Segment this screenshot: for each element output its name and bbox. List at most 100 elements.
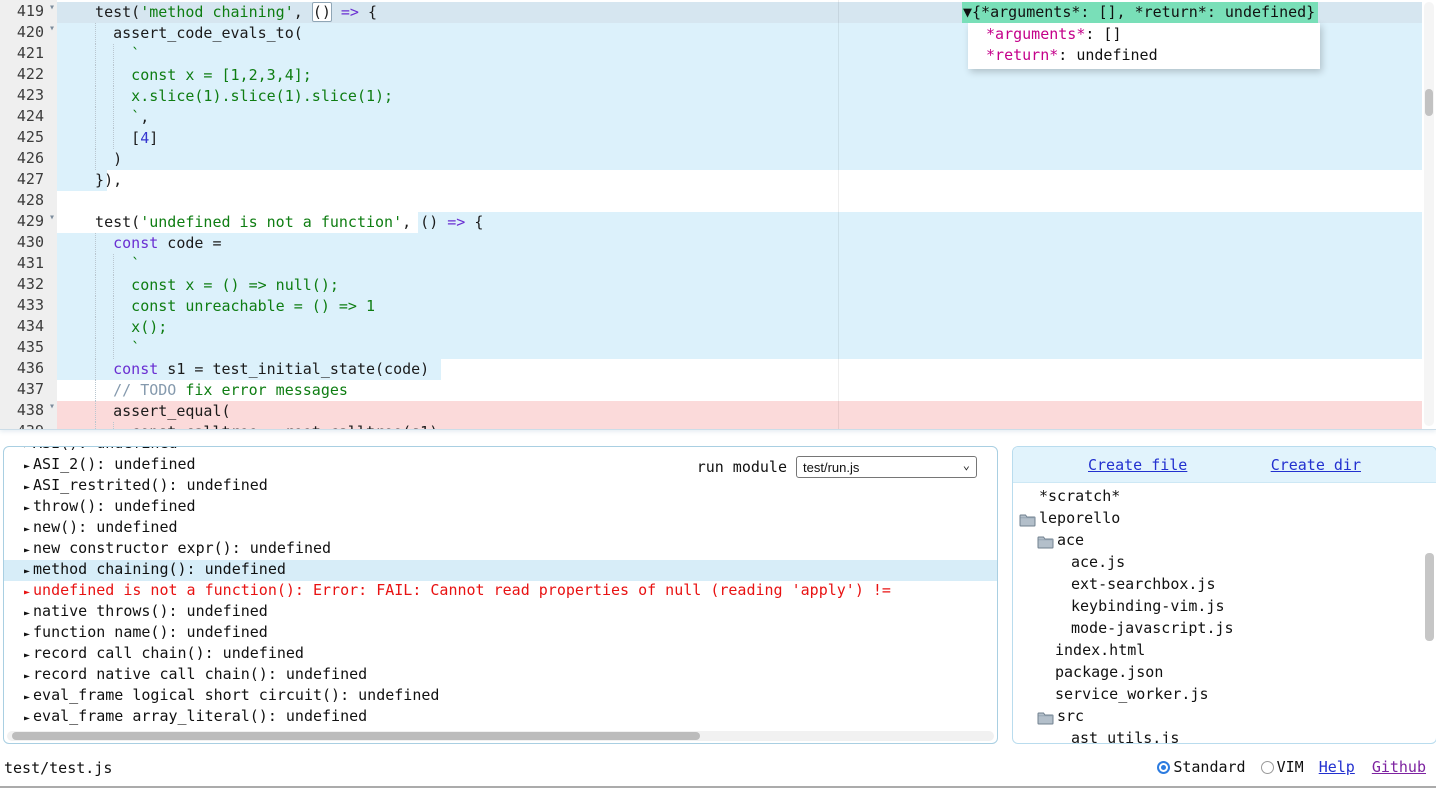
radio-unselected-icon[interactable]: [1261, 761, 1274, 774]
code-line-437[interactable]: // TODO fix error messages: [57, 380, 1422, 401]
code-line-427[interactable]: }),: [57, 170, 1422, 191]
keybinding-option-standard[interactable]: Standard: [1157, 758, 1245, 776]
keybinding-option-vim[interactable]: VIM: [1261, 758, 1304, 776]
expand-arrow-icon[interactable]: ►: [24, 461, 30, 472]
code-line-434[interactable]: x();: [57, 317, 1422, 338]
expand-arrow-icon[interactable]: ►: [24, 566, 30, 577]
expand-arrow-icon[interactable]: ►: [24, 713, 30, 724]
code-row-431[interactable]: `: [57, 254, 1422, 275]
link-github[interactable]: Github: [1372, 758, 1426, 776]
result-item[interactable]: ►record native call chain(): undefined: [4, 665, 997, 686]
code-line-436[interactable]: const s1 = test_initial_state(code): [57, 359, 1422, 380]
tree-item-package-json[interactable]: package.json: [1013, 663, 1424, 685]
inspector-header[interactable]: ▼{*arguments*: [], *return*: undefined}: [962, 2, 1318, 23]
expand-arrow-icon[interactable]: ►: [24, 446, 30, 451]
line-number: 420: [17, 23, 44, 41]
token-plain: s1 = test_initial_state(code): [158, 360, 429, 378]
inspector-row[interactable]: *return*: undefined: [968, 45, 1320, 66]
code-row-430[interactable]: const code =: [57, 233, 1422, 254]
collapse-arrow-icon[interactable]: ▼: [963, 3, 972, 21]
radio-selected-icon[interactable]: [1157, 761, 1170, 774]
code-line-425[interactable]: [4]: [57, 128, 1422, 149]
tree-item-scratch[interactable]: *scratch*: [1013, 487, 1424, 509]
code-line-432[interactable]: const x = () => null();: [57, 275, 1422, 296]
code-line-430[interactable]: const code =: [57, 233, 1422, 254]
code-row-434[interactable]: x();: [57, 317, 1422, 338]
fold-arrow-icon[interactable]: ▾: [49, 401, 55, 412]
token-str: `: [77, 45, 140, 63]
expand-arrow-icon[interactable]: ►: [24, 671, 30, 682]
code-editor[interactable]: 419▾420▾421422423424425426427428429▾4304…: [0, 0, 1436, 430]
code-row-435[interactable]: `: [57, 338, 1422, 359]
code-line-424[interactable]: `,: [57, 107, 1422, 128]
result-item[interactable]: ►eval_frame logical short circuit(): und…: [4, 686, 997, 707]
files-scrollbar-thumb[interactable]: [1425, 553, 1434, 641]
code-line-429[interactable]: test('undefined is not a function', () =…: [57, 212, 1422, 233]
result-item[interactable]: ►new constructor expr(): undefined: [4, 539, 997, 560]
code-line-426[interactable]: ): [57, 149, 1422, 170]
line-number: 432: [17, 275, 44, 293]
create-dir-link[interactable]: Create dir: [1271, 456, 1361, 474]
expand-arrow-icon[interactable]: ►: [24, 524, 30, 535]
result-item[interactable]: ►ASI(): undefined: [4, 446, 997, 455]
tree-item-service-worker-js[interactable]: service_worker.js: [1013, 685, 1424, 707]
tree-item-leporello[interactable]: leporello: [1013, 509, 1424, 531]
code-row-423[interactable]: x.slice(1).slice(1).slice(1);: [57, 86, 1422, 107]
code-row-428[interactable]: [57, 191, 1422, 212]
fold-arrow-icon[interactable]: ▾: [49, 2, 55, 13]
editor-scrollbar[interactable]: [1424, 2, 1434, 426]
code-line-439[interactable]: const calltree = root_calltree(s1): [57, 422, 1422, 430]
code-row-438[interactable]: assert_equal(: [57, 401, 1422, 422]
tree-item-ace[interactable]: ace: [1013, 531, 1424, 553]
code-line-431[interactable]: `: [57, 254, 1422, 275]
tree-item-keybinding-vim-js[interactable]: keybinding-vim.js: [1013, 597, 1424, 619]
tree-item-src[interactable]: src: [1013, 707, 1424, 729]
code-line-423[interactable]: x.slice(1).slice(1).slice(1);: [57, 86, 1422, 107]
tree-item-ext-searchbox-js[interactable]: ext-searchbox.js: [1013, 575, 1424, 597]
fold-arrow-icon[interactable]: ▾: [49, 212, 55, 223]
link-help[interactable]: Help: [1319, 758, 1355, 776]
expand-arrow-icon[interactable]: ►: [24, 503, 30, 514]
expand-arrow-icon[interactable]: ►: [24, 692, 30, 703]
expand-arrow-icon[interactable]: ►: [24, 629, 30, 640]
code-row-425[interactable]: [4]: [57, 128, 1422, 149]
expand-arrow-icon[interactable]: ►: [24, 545, 30, 556]
result-item[interactable]: ►native throws(): undefined: [4, 602, 997, 623]
result-item[interactable]: ►eval_frame array_literal(): undefined: [4, 707, 997, 728]
expand-arrow-icon[interactable]: ►: [24, 482, 30, 493]
editor-scrollbar-thumb[interactable]: [1425, 89, 1433, 116]
code-line-438[interactable]: assert_equal(: [57, 401, 1422, 422]
line-number: 437: [17, 380, 44, 398]
result-item[interactable]: ►method chaining(): undefined: [4, 560, 997, 581]
code-row-437[interactable]: // TODO fix error messages: [57, 380, 1422, 401]
expand-arrow-icon[interactable]: ►: [24, 650, 30, 661]
create-file-link[interactable]: Create file: [1088, 456, 1187, 474]
code-row-439[interactable]: const calltree = root_calltree(s1): [57, 422, 1422, 430]
code-row-427[interactable]: }),: [57, 170, 1422, 191]
code-row-436[interactable]: const s1 = test_initial_state(code): [57, 359, 1422, 380]
code-row-429[interactable]: test('undefined is not a function', () =…: [57, 212, 1422, 233]
results-hscrollbar[interactable]: [7, 731, 994, 741]
results-hscrollbar-thumb[interactable]: [12, 732, 700, 740]
tree-item-index-html[interactable]: index.html: [1013, 641, 1424, 663]
result-item[interactable]: ►ASI_restrited(): undefined: [4, 476, 997, 497]
result-item[interactable]: ►new(): undefined: [4, 518, 997, 539]
run-module-select[interactable]: test/run.js: [796, 456, 977, 478]
result-item[interactable]: ►record call chain(): undefined: [4, 644, 997, 665]
tree-item-ace-js[interactable]: ace.js: [1013, 553, 1424, 575]
result-item[interactable]: ►function name(): undefined: [4, 623, 997, 644]
code-row-432[interactable]: const x = () => null();: [57, 275, 1422, 296]
expand-arrow-icon[interactable]: ►: [24, 608, 30, 619]
result-item[interactable]: ►throw(): undefined: [4, 497, 997, 518]
tree-item-ast-utils-js[interactable]: ast_utils.js: [1013, 729, 1424, 743]
code-line-433[interactable]: const unreachable = () => 1: [57, 296, 1422, 317]
inspector-row[interactable]: *arguments*: []: [968, 24, 1320, 45]
tree-item-mode-javascript-js[interactable]: mode-javascript.js: [1013, 619, 1424, 641]
code-line-435[interactable]: `: [57, 338, 1422, 359]
code-row-433[interactable]: const unreachable = () => 1: [57, 296, 1422, 317]
result-item[interactable]: ►undefined is not a function(): Error: F…: [4, 581, 997, 602]
expand-arrow-icon[interactable]: ►: [24, 587, 30, 598]
code-row-424[interactable]: `,: [57, 107, 1422, 128]
fold-arrow-icon[interactable]: ▾: [49, 23, 55, 34]
code-row-426[interactable]: ): [57, 149, 1422, 170]
